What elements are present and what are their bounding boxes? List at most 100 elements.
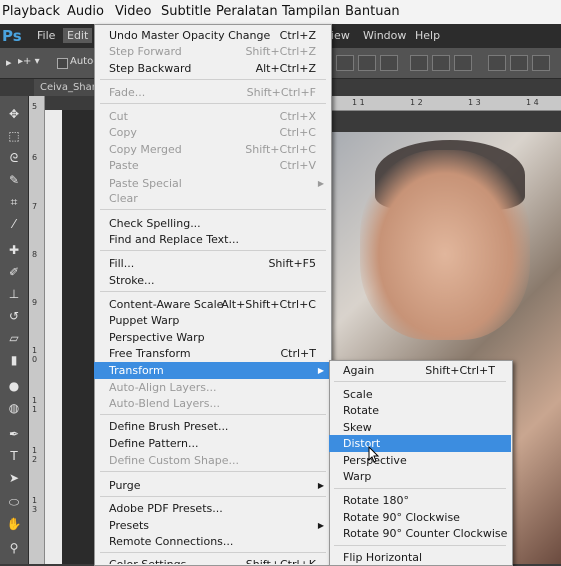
menu-item-remote-connections[interactable]: Remote Connections... [94,533,330,550]
menu-item-content-aware-scale[interactable]: Content-Aware Scale Alt+Shift+Ctrl+C [94,296,330,313]
hand-tool-icon[interactable]: ✋ [5,516,23,532]
menu-item-presets[interactable]: Presets ▶ [94,517,330,534]
distribute-center-icon[interactable] [510,55,528,71]
lasso-tool-icon[interactable]: ᘓ [5,150,23,166]
menu-item-shortcut: Shift+F5 [268,257,316,270]
menu-item-label: Define Brush Preset... [109,420,229,433]
menu-item-undo[interactable]: Undo Master Opacity Change Ctrl+Z [94,27,330,44]
menu-item-check-spelling[interactable]: Check Spelling... [94,215,330,232]
menu-item-pdf-presets[interactable]: Adobe PDF Presets... [94,500,330,517]
quick-select-tool-icon[interactable]: ✎ [5,172,23,188]
pen-tool-icon[interactable]: ✒ [5,426,23,442]
menu-item-label: Transform [109,364,164,377]
menu-item-free-transform[interactable]: Free Transform Ctrl+T [94,345,330,362]
ps-menu-view[interactable]: iew [331,29,350,42]
distribute-right-icon[interactable] [532,55,550,71]
align-middle-icon[interactable] [358,55,376,71]
gradient-tool-icon[interactable]: ▮ [5,352,23,368]
align-left-icon[interactable] [410,55,428,71]
menu-item-label: Color Settings... [109,556,197,564]
crop-tool-icon[interactable]: ⌗ [5,194,23,210]
menu-item-label: Rotate [343,404,380,417]
menu-subtitle[interactable]: Subtitle [161,4,211,19]
menu-item-clear[interactable]: Clear [94,190,330,207]
distribute-left-icon[interactable] [488,55,506,71]
transform-again[interactable]: Again Shift+Ctrl+T [329,362,511,379]
move-options-icon[interactable]: ▸+ ▾ [18,56,40,67]
blur-tool-icon[interactable]: ● [5,378,23,394]
menu-item-label: Step Backward [109,62,192,75]
menu-item-paste[interactable]: Paste Ctrl+V [94,157,330,174]
transform-perspective[interactable]: Perspective [329,452,511,469]
ruler-number: 1 3 [468,98,481,107]
ps-menu-help[interactable]: Help [415,29,440,42]
transform-skew[interactable]: Skew [329,419,511,436]
history-brush-icon[interactable]: ↺ [5,308,23,324]
menu-item-purge[interactable]: Purge ▶ [94,477,330,494]
type-tool-icon[interactable]: T [5,448,23,464]
menu-item-label: Copy Merged [109,143,182,156]
transform-rotate-90-cw[interactable]: Rotate 90° Clockwise [329,509,511,526]
healing-brush-icon[interactable]: ✚ [5,242,23,258]
menu-item-define-shape[interactable]: Define Custom Shape... [94,452,330,469]
menu-peralatan[interactable]: Peralatan [216,4,278,19]
menu-video[interactable]: Video [115,4,151,19]
menu-item-step-forward[interactable]: Step Forward Shift+Ctrl+Z [94,43,330,60]
move-tool-icon[interactable]: ✥ [5,106,23,122]
menu-item-label: Cut [109,110,128,123]
menu-item-auto-blend[interactable]: Auto-Blend Layers... [94,395,330,412]
menu-item-color-settings[interactable]: Color Settings... Shift+Ctrl+K [94,556,330,564]
clone-stamp-icon[interactable]: ⊥ [5,286,23,302]
menu-item-shortcut: Ctrl+T [280,347,316,360]
eraser-tool-icon[interactable]: ▱ [5,330,23,346]
transform-scale[interactable]: Scale [329,386,511,403]
menu-item-label: Adobe PDF Presets... [109,502,223,515]
menu-item-fill[interactable]: Fill... Shift+F5 [94,255,330,272]
ellipse-tool-icon[interactable]: ⬭ [5,494,23,510]
align-bottom-icon[interactable] [380,55,398,71]
menu-item-shortcut: Shift+Ctrl+C [245,143,316,156]
align-top-icon[interactable] [336,55,354,71]
transform-rotate-180[interactable]: Rotate 180° [329,492,511,509]
menu-bantuan[interactable]: Bantuan [345,4,400,19]
menu-item-label: Free Transform [109,347,191,360]
menu-item-copy-merged[interactable]: Copy Merged Shift+Ctrl+C [94,141,330,158]
menu-item-cut[interactable]: Cut Ctrl+X [94,108,330,125]
align-center-icon[interactable] [432,55,450,71]
transform-warp[interactable]: Warp [329,468,511,485]
menu-audio[interactable]: Audio [67,4,104,19]
menu-item-find-replace[interactable]: Find and Replace Text... [94,231,330,248]
menu-item-copy[interactable]: Copy Ctrl+C [94,124,330,141]
zoom-tool-icon[interactable]: ⚲ [5,540,23,556]
auto-select-checkbox[interactable] [57,58,68,69]
brush-tool-icon[interactable]: ✐ [5,264,23,280]
transform-rotate-90-ccw[interactable]: Rotate 90° Counter Clockwise [329,525,511,542]
menu-item-auto-align[interactable]: Auto-Align Layers... [94,379,330,396]
menu-item-step-backward[interactable]: Step Backward Alt+Ctrl+Z [94,60,330,77]
menu-item-fade[interactable]: Fade... Shift+Ctrl+F [94,84,330,101]
ps-menu-window[interactable]: Window [363,29,406,42]
menu-item-puppet-warp[interactable]: Puppet Warp [94,312,330,329]
dodge-tool-icon[interactable]: ◍ [5,400,23,416]
ps-menu-edit[interactable]: Edit [63,28,93,43]
marquee-tool-icon[interactable]: ⬚ [5,128,23,144]
menu-item-perspective-warp[interactable]: Perspective Warp [94,329,330,346]
horizontal-ruler: 1 1 1 2 1 3 1 4 [330,96,561,111]
menu-playback[interactable]: Playback [2,4,60,19]
path-select-icon[interactable]: ➤ [5,470,23,486]
transform-rotate[interactable]: Rotate [329,402,511,419]
menu-item-transform[interactable]: Transform ▶ [94,362,330,379]
document-edge [44,110,62,564]
menu-item-stroke[interactable]: Stroke... [94,272,330,289]
submenu-arrow-icon: ▶ [317,521,324,530]
transform-flip-horizontal[interactable]: Flip Horizontal [329,549,511,564]
eyedropper-tool-icon[interactable]: ⁄ [5,216,23,232]
menu-item-label: Define Pattern... [109,437,199,450]
transform-distort[interactable]: Distort [329,435,511,452]
menu-item-define-brush[interactable]: Define Brush Preset... [94,418,330,435]
align-right-icon[interactable] [454,55,472,71]
menu-tampilan[interactable]: Tampilan [282,4,340,19]
move-tool-icon[interactable]: ▸ [6,56,12,69]
ps-menu-file[interactable]: File [37,29,55,42]
menu-item-define-pattern[interactable]: Define Pattern... [94,435,330,452]
